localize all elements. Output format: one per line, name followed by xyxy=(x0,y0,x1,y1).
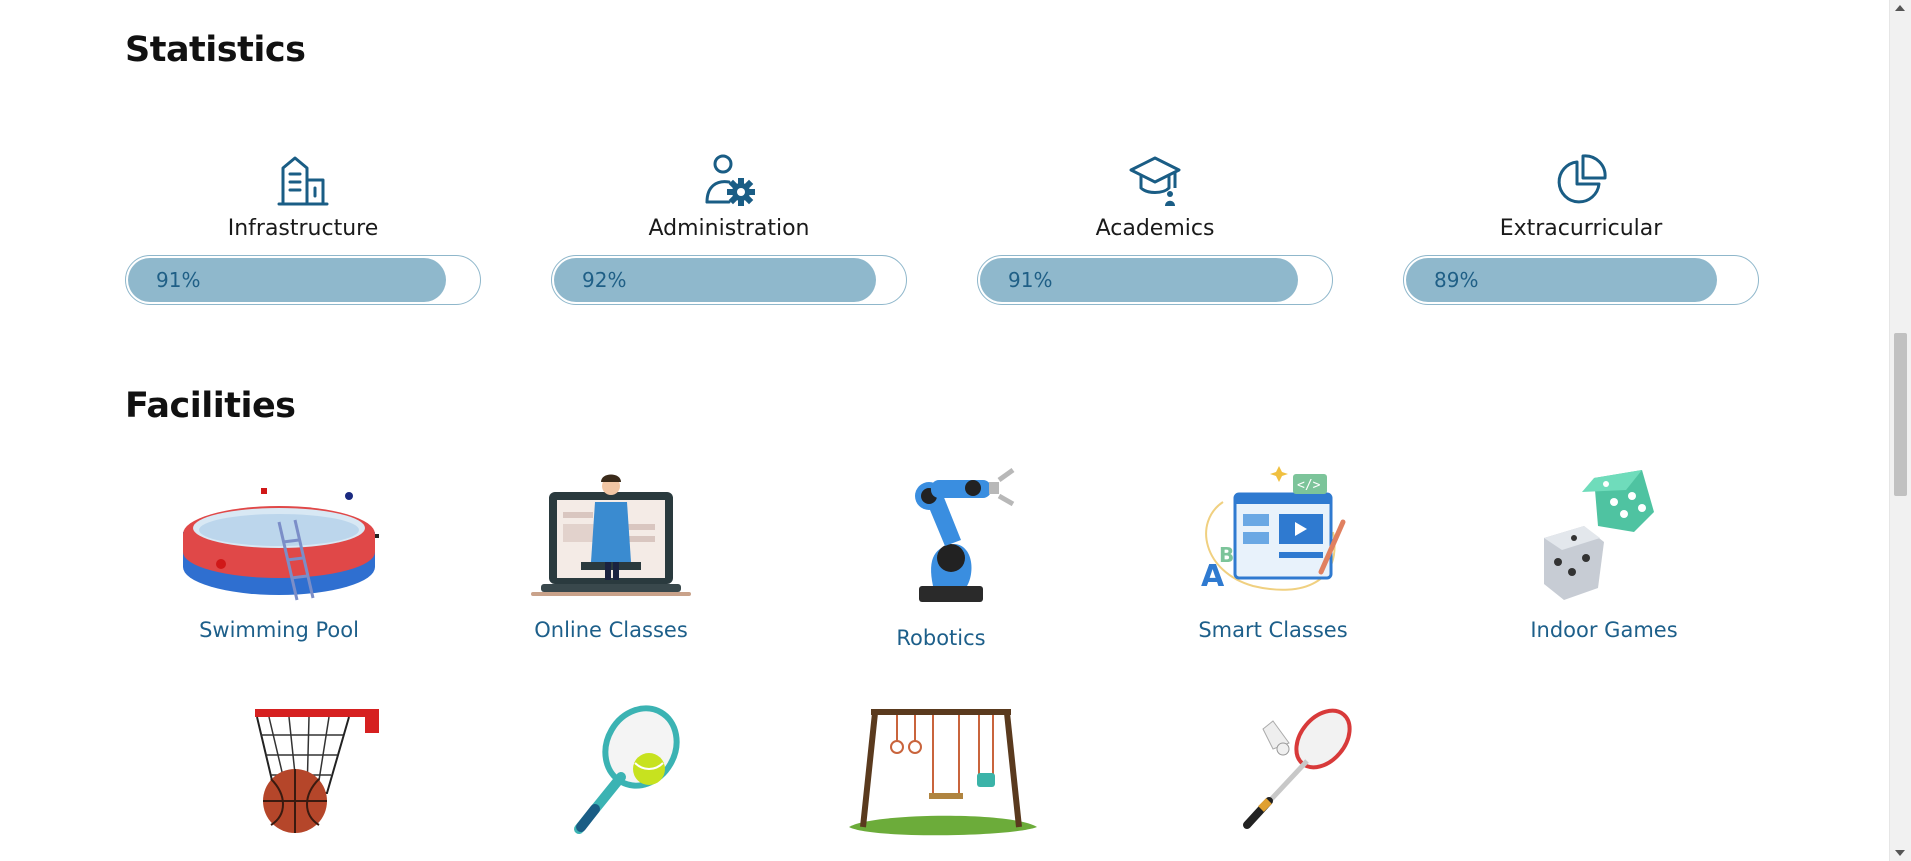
statistics-title: Statistics xyxy=(125,30,306,70)
stat-label: Academics xyxy=(1095,216,1215,241)
progress-percent: 89% xyxy=(1434,268,1479,292)
swimming-pool-image xyxy=(183,488,379,601)
progress-bar: 92% xyxy=(551,255,907,305)
progress-bar: 89% xyxy=(1403,255,1759,305)
facility-label[interactable]: Online Classes xyxy=(471,618,751,642)
dice-image xyxy=(1544,470,1654,600)
facilities-title: Facilities xyxy=(125,386,296,426)
stat-label: Administration xyxy=(648,216,810,241)
tennis-racket-image xyxy=(574,705,680,834)
stat-label: Extracurricular xyxy=(1499,216,1663,241)
pie-chart-icon xyxy=(1557,154,1607,204)
stat-label: Infrastructure xyxy=(227,216,379,241)
facility-label[interactable]: Swimming Pool xyxy=(139,618,419,642)
facility-tennis[interactable] xyxy=(471,705,751,837)
robotic-arm-image xyxy=(915,467,1015,602)
graduation-cap-icon xyxy=(1129,156,1181,206)
basketball-hoop-image xyxy=(255,709,379,833)
stat-academics: Academics 91% xyxy=(977,150,1333,305)
facility-badminton[interactable] xyxy=(1133,705,1413,837)
stat-extracurricular: Extracurricular 89% xyxy=(1403,150,1759,305)
page-content: Statistics Infrastructure 91% Administra… xyxy=(0,0,1890,861)
vertical-scrollbar[interactable] xyxy=(1889,0,1911,861)
facility-smart-classes[interactable]: </> A B Smart Classes xyxy=(1133,462,1413,642)
facility-online-classes[interactable]: Online Classes xyxy=(471,462,751,642)
facility-label[interactable]: Smart Classes xyxy=(1133,618,1413,642)
facility-label[interactable]: Robotics xyxy=(801,626,1081,650)
facility-indoor-games[interactable]: Indoor Games xyxy=(1464,462,1744,642)
progress-percent: 92% xyxy=(582,268,627,292)
svg-text:B: B xyxy=(1219,543,1234,567)
stat-administration: Administration 92% xyxy=(551,150,907,305)
facility-basketball[interactable] xyxy=(139,705,419,837)
building-icon xyxy=(277,156,329,206)
user-gear-icon xyxy=(705,154,755,206)
progress-percent: 91% xyxy=(1008,268,1053,292)
facility-robotics[interactable]: Robotics xyxy=(801,462,1081,650)
stat-infrastructure: Infrastructure 91% xyxy=(125,150,481,305)
facility-swimming-pool[interactable]: Swimming Pool xyxy=(139,462,419,642)
smart-classes-image: </> A B xyxy=(1201,466,1346,594)
progress-bar: 91% xyxy=(125,255,481,305)
facility-playground[interactable] xyxy=(801,705,1081,837)
svg-text:</>: </> xyxy=(1297,478,1321,493)
scroll-up-arrow-icon[interactable] xyxy=(1895,5,1905,11)
progress-percent: 91% xyxy=(156,268,201,292)
progress-bar: 91% xyxy=(977,255,1333,305)
scrollbar-thumb[interactable] xyxy=(1894,333,1907,496)
badminton-racket-image xyxy=(1243,708,1352,829)
online-classes-image xyxy=(531,474,691,596)
scroll-down-arrow-icon[interactable] xyxy=(1895,850,1905,856)
facility-label[interactable]: Indoor Games xyxy=(1464,618,1744,642)
swing-set-image xyxy=(849,709,1037,836)
